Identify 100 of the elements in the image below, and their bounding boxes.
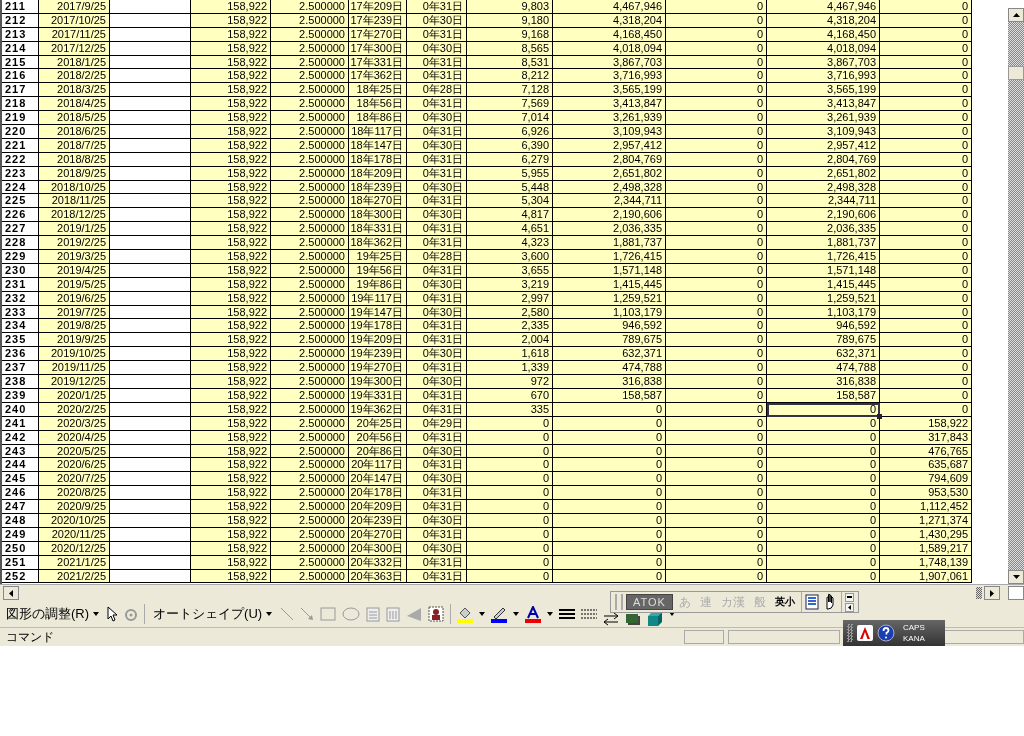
- dictionary-icon[interactable]: [804, 594, 819, 610]
- grip-handle[interactable]: [615, 594, 623, 610]
- table-cell[interactable]: 2019/12/25: [39, 375, 110, 389]
- table-cell[interactable]: 0年30日: [407, 375, 467, 389]
- table-cell[interactable]: 19年25日: [349, 250, 407, 264]
- fill-handle[interactable]: [877, 413, 882, 419]
- table-cell[interactable]: 5,304: [467, 194, 553, 209]
- table-cell[interactable]: 158,922: [191, 236, 271, 251]
- row-header[interactable]: 238: [2, 375, 39, 389]
- table-cell[interactable]: 18年300日: [349, 208, 407, 223]
- table-cell[interactable]: 2,344,711: [767, 194, 880, 209]
- table-cell[interactable]: 2,335: [467, 319, 553, 334]
- table-cell[interactable]: 0: [666, 361, 767, 376]
- table-cell[interactable]: 4,467,946: [553, 0, 666, 14]
- table-cell[interactable]: 2.500000: [271, 375, 349, 389]
- table-cell[interactable]: 2.500000: [271, 69, 349, 84]
- table-cell[interactable]: 1,726,415: [767, 250, 880, 264]
- table-cell[interactable]: 0: [553, 472, 666, 487]
- table-cell[interactable]: 0年31日: [407, 0, 467, 14]
- table-cell[interactable]: 1,618: [467, 347, 553, 362]
- table-cell[interactable]: 0: [553, 500, 666, 514]
- table-cell[interactable]: 474,788: [553, 361, 666, 376]
- row-header[interactable]: 236: [2, 347, 39, 362]
- table-cell[interactable]: 0: [666, 250, 767, 264]
- table-cell[interactable]: 9,803: [467, 0, 553, 14]
- table-cell[interactable]: 2,036,335: [767, 222, 880, 237]
- table-cell[interactable]: 158,922: [191, 500, 271, 514]
- table-cell[interactable]: 635,687: [880, 458, 972, 473]
- row-header[interactable]: 219: [2, 111, 39, 125]
- table-cell[interactable]: 0年31日: [407, 125, 467, 139]
- table-cell[interactable]: 17年362日: [349, 69, 407, 84]
- pointer-icon[interactable]: [107, 606, 119, 622]
- table-cell[interactable]: 2018/5/25: [39, 111, 110, 125]
- row-header[interactable]: 211: [2, 0, 39, 14]
- table-cell[interactable]: 0: [880, 194, 972, 209]
- table-cell[interactable]: 972: [467, 375, 553, 389]
- table-cell[interactable]: 2018/6/25: [39, 125, 110, 139]
- table-cell[interactable]: 0: [767, 472, 880, 487]
- scroll-right-button[interactable]: [984, 586, 1000, 600]
- table-cell[interactable]: 2.500000: [271, 194, 349, 209]
- table-cell[interactable]: 3,565,199: [553, 83, 666, 98]
- table-cell[interactable]: 1,726,415: [553, 250, 666, 264]
- row-header[interactable]: 247: [2, 500, 39, 514]
- table-cell[interactable]: 2019/3/25: [39, 250, 110, 264]
- table-cell[interactable]: 2019/2/25: [39, 236, 110, 251]
- table-cell[interactable]: 2020/8/25: [39, 486, 110, 501]
- table-cell[interactable]: 2.500000: [271, 250, 349, 264]
- row-header[interactable]: 237: [2, 361, 39, 376]
- table-cell[interactable]: 158,922: [191, 333, 271, 348]
- table-cell[interactable]: 2020/6/25: [39, 458, 110, 473]
- row-header[interactable]: 217: [2, 83, 39, 98]
- table-cell[interactable]: 0: [880, 208, 972, 223]
- table-cell[interactable]: 2.500000: [271, 125, 349, 139]
- table-cell[interactable]: 2.500000: [271, 83, 349, 98]
- row-header[interactable]: 226: [2, 208, 39, 223]
- table-cell[interactable]: 18年362日: [349, 236, 407, 251]
- table-cell[interactable]: 0: [666, 194, 767, 209]
- table-cell[interactable]: 0年30日: [407, 208, 467, 223]
- table-cell[interactable]: 632,371: [767, 347, 880, 362]
- table-cell[interactable]: 2.500000: [271, 486, 349, 501]
- row-header[interactable]: 244: [2, 458, 39, 473]
- table-cell[interactable]: 18年86日: [349, 111, 407, 125]
- table-cell[interactable]: 2.500000: [271, 208, 349, 223]
- table-cell[interactable]: 0: [880, 375, 972, 389]
- table-cell[interactable]: 0: [767, 486, 880, 501]
- table-cell[interactable]: 4,323: [467, 236, 553, 251]
- table-cell[interactable]: 0: [666, 111, 767, 125]
- table-cell[interactable]: 7,128: [467, 83, 553, 98]
- table-cell[interactable]: 0: [666, 472, 767, 487]
- app-logo-icon[interactable]: [857, 625, 873, 641]
- table-cell[interactable]: 158,922: [191, 319, 271, 334]
- ime-mode-button[interactable]: ATOK: [626, 594, 673, 610]
- table-cell[interactable]: 3,109,943: [767, 125, 880, 139]
- table-cell[interactable]: 0: [880, 111, 972, 125]
- table-cell[interactable]: 316,838: [553, 375, 666, 389]
- table-cell[interactable]: 0: [467, 500, 553, 514]
- minimize-button[interactable]: [844, 592, 854, 602]
- table-cell[interactable]: 789,675: [553, 333, 666, 348]
- table-cell[interactable]: 158,922: [191, 69, 271, 84]
- table-cell[interactable]: 0: [666, 222, 767, 237]
- table-cell[interactable]: 2019/8/25: [39, 319, 110, 334]
- table-cell[interactable]: 0: [767, 500, 880, 514]
- table-cell[interactable]: 0: [880, 347, 972, 362]
- table-cell[interactable]: 1,881,737: [553, 236, 666, 251]
- table-cell[interactable]: 946,592: [553, 319, 666, 334]
- table-cell[interactable]: 2.500000: [271, 111, 349, 125]
- table-cell[interactable]: 0: [880, 222, 972, 237]
- three-d-icon[interactable]: [647, 611, 664, 627]
- row-header[interactable]: 245: [2, 472, 39, 487]
- table-cell[interactable]: 0年30日: [407, 111, 467, 125]
- table-cell[interactable]: 3,716,993: [553, 69, 666, 84]
- table-cell[interactable]: 2.500000: [271, 361, 349, 376]
- table-cell[interactable]: 0: [553, 486, 666, 501]
- row-header[interactable]: 225: [2, 194, 39, 209]
- table-cell[interactable]: 18年117日: [349, 125, 407, 139]
- split-handle[interactable]: [976, 587, 982, 599]
- shadow-icon[interactable]: [625, 612, 642, 626]
- table-cell[interactable]: 316,838: [767, 375, 880, 389]
- dash-style-icon[interactable]: [581, 608, 598, 620]
- table-cell[interactable]: 2,036,335: [553, 222, 666, 237]
